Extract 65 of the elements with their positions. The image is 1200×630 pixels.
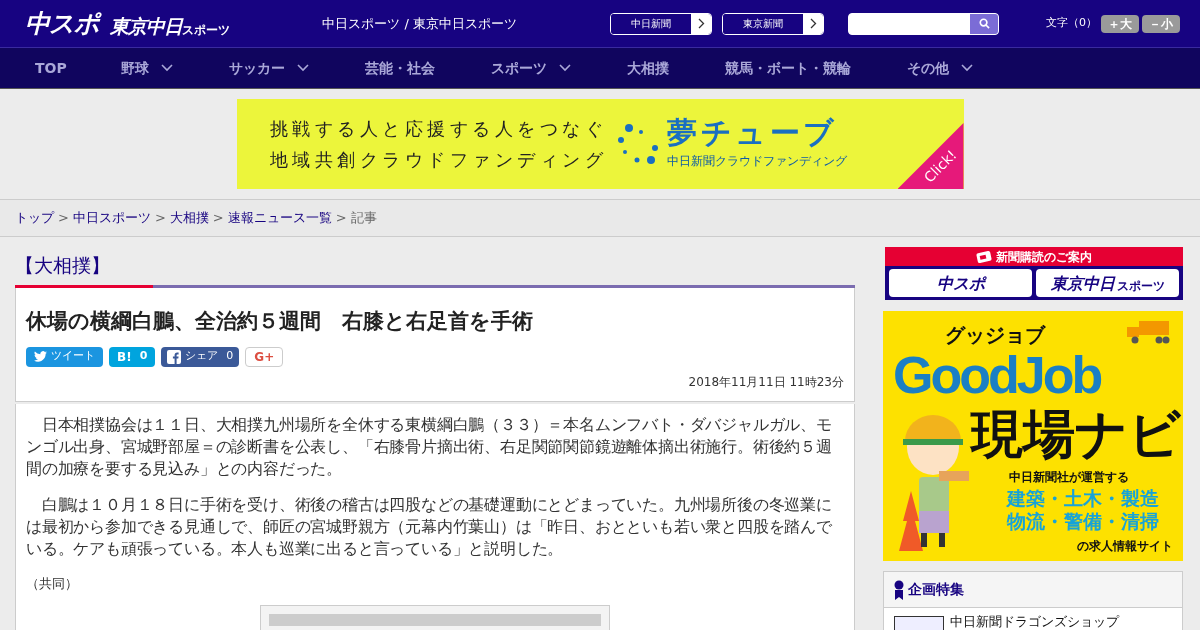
article-paragraph: 日本相撲協会は１１日、大相撲九州場所を全休する東横綱白鵬（３３）＝本名ムンフバト・ダバジャルガル、モンゴル出身、宮城野部屋＝の診断書を公表し、「右膝骨片摘出術、右足関節関節鏡遊離体摘出術施行。術後約５週間の加療を要する見込み」との内容だった。 <box>26 414 833 480</box>
font-size-label: 文字（0） <box>1046 15 1097 32</box>
site-logo[interactable]: 中スポ 東京中日スポーツ <box>25 11 231 36</box>
facebook-icon <box>167 349 182 364</box>
chevron-down-icon <box>558 64 571 72</box>
ad-brand: GoodJob <box>893 349 1101 401</box>
truck-icon <box>1125 319 1171 345</box>
share-label: シェア <box>185 348 219 365</box>
newspaper-logo-link[interactable]: 東京中日スポーツ <box>1036 269 1179 297</box>
banner-text: 地域共創クラウドファンディング <box>269 148 607 172</box>
banner-text: 挑戦する人と応援する人をつなぐ <box>269 117 607 141</box>
breadcrumb-separator: > <box>335 209 347 228</box>
nav-item[interactable]: その他 <box>889 48 990 88</box>
breadcrumb-separator: > <box>154 209 166 228</box>
feature-title: 企画特集 <box>908 580 964 599</box>
facebook-share-button[interactable]: シェア 0 <box>161 346 240 367</box>
banner-subtitle: 中日新聞クラウドファンディング <box>667 153 847 170</box>
newspaper-logo-link[interactable]: 中スポ <box>889 269 1032 297</box>
article-paragraph: 白鵬は１０月１８日に手術を受け、術後の稽古は四股などの基礎運動にとどまっていた。九州場所後の冬巡業には最初から参加できる見通しで、師匠の宮城野親方（元幕内竹葉山）は「昨日、おとといも若い衆と四股を踏んでいる。ケアも頑張っている。本人も巡業に出ると言っている」と説明した。 <box>26 494 833 560</box>
nav-item[interactable]: スポーツ <box>473 48 588 88</box>
chevron-down-icon <box>960 64 973 72</box>
search-button[interactable] <box>970 13 998 34</box>
article-title: 休場の横綱白鵬、全治約５週間 右膝と右足首を手術 <box>26 308 534 335</box>
breadcrumb-separator: > <box>58 209 69 228</box>
breadcrumb-link[interactable]: 速報ニュース一覧 <box>227 208 332 228</box>
share-count: 0 <box>226 348 234 365</box>
search-field[interactable] <box>848 12 999 35</box>
ad-headline: 現場ナビ <box>971 408 1181 460</box>
current-page-label: 記事 <box>350 209 377 228</box>
banner-brand: 夢チューブ <box>667 118 839 148</box>
category-heading: 【大相撲】 <box>15 252 111 278</box>
nav-item[interactable]: 芸能・社会 <box>347 48 452 88</box>
breadcrumb-link[interactable]: 大相撲 <box>169 208 209 228</box>
hatena-label: B! <box>117 348 132 366</box>
chevron-down-icon <box>296 64 309 72</box>
nav-item[interactable]: サッカー <box>211 48 326 88</box>
article-date: 2018年11月11日 11時23分 <box>688 373 844 391</box>
site-title: 中日スポーツ / 東京中日スポーツ <box>322 14 518 33</box>
chevron-right-icon <box>697 18 705 29</box>
chevron-right-icon <box>809 18 817 29</box>
nav-item[interactable]: 野球 <box>103 48 190 88</box>
newspaper-icon <box>976 250 992 263</box>
nav-item[interactable]: 競馬・ボート・競輪 <box>707 48 868 88</box>
job-site-ad[interactable]: グッジョブ GoodJob 現場ナビ 中日新聞社が運営する 建築・土木・製造 物流・警備・清掃 の求人情報サイト <box>883 311 1183 561</box>
breadcrumb-link[interactable]: トップ <box>15 208 54 228</box>
breadcrumb-separator: > <box>212 209 224 228</box>
breadcrumb-link[interactable]: 中日スポーツ <box>72 208 151 228</box>
subscribe-title: 新聞購読のご案内 <box>996 250 1092 263</box>
nav-item[interactable]: 大相撲 <box>609 48 686 88</box>
ad-job-types: 物流・警備・清掃 <box>1007 510 1159 533</box>
nav-item[interactable]: TOP <box>0 48 104 88</box>
dots-icon <box>617 122 661 166</box>
bird-icon <box>34 351 47 362</box>
ad-lead: 中日新聞社が運営する <box>1009 469 1129 486</box>
ad-kana: グッジョブ <box>945 325 1045 345</box>
ad-job-types: 建築・土木・製造 <box>1007 487 1159 510</box>
newspaper-link[interactable]: 中日新聞 <box>610 12 712 35</box>
search-icon <box>978 18 990 29</box>
chevron-down-icon <box>160 64 173 72</box>
google-plus-button[interactable]: G+ <box>245 346 284 367</box>
ribbon-icon <box>894 579 904 600</box>
article-credit: （共同） <box>26 574 79 593</box>
share-count: 0 <box>139 348 148 365</box>
ad-tail: の求人情報サイト <box>1077 538 1173 555</box>
newspaper-link[interactable]: 東京新聞 <box>722 12 824 35</box>
